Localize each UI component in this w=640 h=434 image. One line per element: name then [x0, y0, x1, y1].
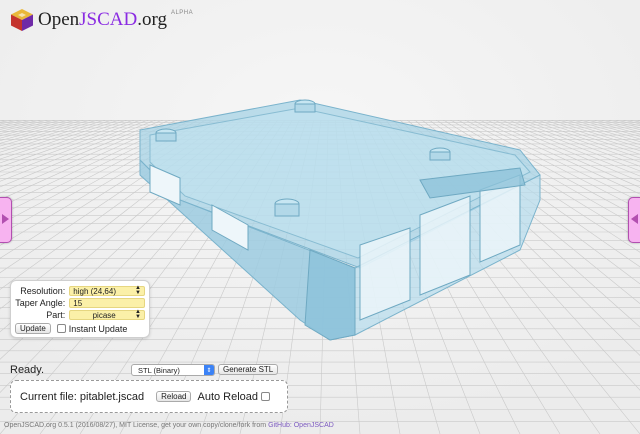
resolution-label: Resolution: — [20, 286, 66, 296]
parameters-panel: Resolution: high (24,64) ▲ ▼ Taper Angle:… — [10, 280, 150, 338]
current-file-label: Current file: pitablet.jscad — [20, 390, 145, 403]
update-row: Update Instant Update — [15, 323, 145, 334]
instant-update-label: Instant Update — [68, 323, 128, 334]
resolution-value: high (24,64) — [73, 286, 116, 296]
taper-angle-input[interactable]: 15 — [69, 298, 145, 308]
logo-text: OpenJSCAD.org — [38, 9, 167, 31]
select-arrows-icon: ▲ ▼ — [135, 309, 141, 320]
taper-angle-row: Taper Angle: 15 — [15, 297, 145, 309]
format-select[interactable]: STL (Binary) ⇕ — [131, 364, 215, 376]
auto-reload-checkbox[interactable] — [261, 392, 271, 401]
3d-viewport[interactable] — [0, 0, 640, 434]
generate-stl-button[interactable]: Generate STL — [218, 364, 279, 375]
select-arrows-icon: ▲ ▼ — [135, 285, 141, 296]
status-text: Ready. — [10, 364, 45, 376]
logo-highlight: JSCAD — [79, 9, 138, 30]
footer: OpenJSCAD.org 0.5.1 (2016/08/27), MIT Li… — [4, 422, 334, 429]
part-value: picase — [92, 310, 116, 320]
taper-angle-label: Taper Angle: — [15, 298, 66, 308]
taper-angle-value: 15 — [73, 298, 83, 308]
update-button[interactable]: Update — [15, 323, 51, 334]
editor-toggle-tab[interactable] — [0, 197, 12, 243]
select-arrows-icon: ⇕ — [204, 365, 214, 375]
menu-toggle-tab[interactable] — [628, 197, 640, 243]
arrow-left-icon — [631, 214, 638, 224]
github-link[interactable]: GitHub: OpenJSCAD — [268, 422, 334, 429]
instant-update-checkbox[interactable] — [56, 324, 66, 333]
logo-cube-icon — [11, 9, 33, 31]
format-value: STL (Binary) — [138, 365, 180, 375]
logo-suffix: .org — [137, 9, 167, 30]
openjscad-logo[interactable]: OpenJSCAD.org ALPHA — [10, 6, 193, 34]
footer-text: OpenJSCAD.org 0.5.1 (2016/08/27), MIT Li… — [4, 422, 269, 429]
resolution-select[interactable]: high (24,64) ▲ ▼ — [69, 285, 145, 296]
logo-name: Open — [38, 9, 80, 30]
part-row: Part: picase ▲ ▼ — [15, 309, 145, 321]
reload-button[interactable]: Reload — [156, 391, 192, 402]
arrow-right-icon — [2, 214, 9, 224]
resolution-row: Resolution: high (24,64) ▲ ▼ — [15, 285, 145, 297]
file-drop-box[interactable]: Current file: pitablet.jscad Reload Auto… — [10, 380, 288, 413]
alpha-badge: ALPHA — [170, 10, 194, 16]
auto-reload-label: Auto Reload — [197, 390, 259, 403]
part-label: Part: — [46, 310, 66, 320]
part-select[interactable]: picase ▲ ▼ — [69, 309, 145, 320]
